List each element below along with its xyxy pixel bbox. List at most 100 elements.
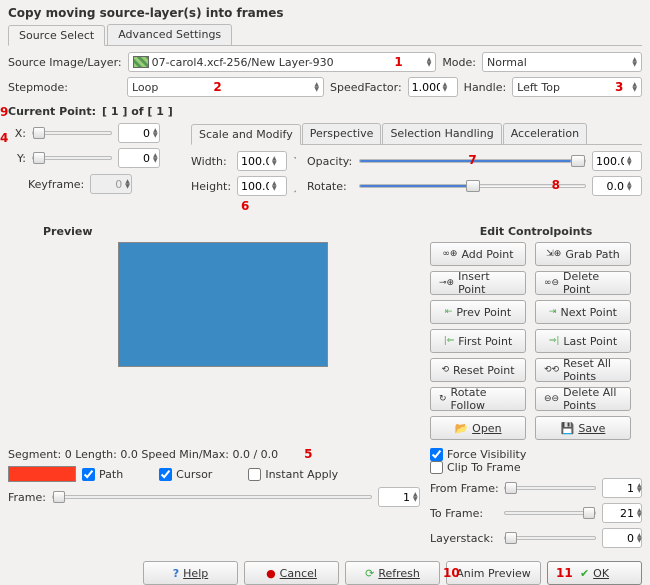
combo-arrows-icon: ▲▼: [427, 57, 432, 67]
layerstack-value[interactable]: [606, 530, 634, 546]
keyframe-label: Keyframe:: [28, 178, 84, 191]
from-frame-label: From Frame:: [430, 482, 498, 495]
to-frame-value[interactable]: [606, 505, 634, 521]
speedfactor-input[interactable]: [412, 79, 440, 95]
width-input[interactable]: [241, 153, 269, 169]
handle-label: Handle:: [464, 81, 507, 94]
opacity-input[interactable]: [596, 153, 624, 169]
chain-icon[interactable]: ˺: [293, 155, 301, 168]
x-input[interactable]: [122, 125, 150, 141]
help-button[interactable]: ?Help: [143, 561, 238, 585]
to-frame-slider[interactable]: [504, 511, 596, 515]
annotation-8: 8: [552, 178, 560, 192]
height-spinner[interactable]: ▲▼: [237, 176, 287, 196]
rotate-follow-icon: ↻: [439, 394, 447, 404]
delete-point-button[interactable]: ∞⊖Delete Point: [535, 271, 631, 295]
tab-scale-modify[interactable]: Scale and Modify: [191, 124, 301, 145]
layerstack-slider[interactable]: [504, 536, 596, 540]
last-point-button[interactable]: ⇒|Last Point: [535, 329, 631, 353]
help-icon: ?: [173, 567, 179, 580]
mode-label: Mode:: [442, 56, 476, 69]
current-point-label: Current Point:: [8, 105, 96, 118]
mode-combo[interactable]: Normal ▲▼: [482, 52, 642, 72]
grab-path-button[interactable]: ⇲⊕Grab Path: [535, 242, 631, 266]
clip-to-frame-checkbox[interactable]: Clip To Frame: [430, 461, 642, 474]
preview-canvas[interactable]: [118, 242, 328, 367]
add-point-button[interactable]: ∞⊕Add Point: [430, 242, 526, 266]
refresh-button[interactable]: ⟳Refresh: [345, 561, 440, 585]
frame-spinner[interactable]: ▲▼: [378, 487, 420, 507]
annotation-4: 4: [0, 131, 8, 145]
tab-advanced-settings[interactable]: Advanced Settings: [107, 24, 232, 45]
height-label: Height:: [191, 180, 231, 193]
open-button[interactable]: 📂Open: [430, 416, 526, 440]
opacity-spinner[interactable]: ▲▼: [592, 151, 642, 171]
stepmode-value: Loop: [132, 81, 158, 94]
to-frame-spinner[interactable]: ▲▼: [602, 503, 642, 523]
frame-slider[interactable]: [52, 495, 372, 499]
x-slider[interactable]: [32, 131, 112, 135]
y-input[interactable]: [122, 150, 150, 166]
keyframe-spinner: ▲▼: [90, 174, 132, 194]
path-checkbox[interactable]: Path: [82, 468, 123, 481]
rotate-follow-button[interactable]: ↻Rotate Follow: [430, 387, 526, 411]
modify-tabs: Scale and Modify Perspective Selection H…: [191, 123, 642, 145]
annotation-11: 11: [556, 566, 573, 580]
delete-all-button[interactable]: ⊖⊖Delete All Points: [535, 387, 631, 411]
path-color-swatch[interactable]: [8, 466, 76, 482]
window-title: Copy moving source-layer(s) into frames: [8, 6, 642, 20]
y-label: Y:: [8, 152, 26, 165]
prev-point-button[interactable]: ⇤Prev Point: [430, 300, 526, 324]
instant-apply-checkbox[interactable]: Instant Apply: [248, 468, 338, 481]
cancel-button[interactable]: ●Cancel: [244, 561, 339, 585]
stepmode-combo[interactable]: Loop 2 ▲▼: [127, 77, 324, 97]
chain-icon[interactable]: ˼: [293, 180, 301, 193]
speedfactor-spinner[interactable]: ▲▼: [408, 77, 458, 97]
x-spinner[interactable]: ▲▼: [118, 123, 160, 143]
ok-button[interactable]: 11 ✔OK: [547, 561, 642, 585]
layer-icon: [133, 56, 149, 68]
first-point-button[interactable]: |⇐First Point: [430, 329, 526, 353]
next-point-button[interactable]: ⇥Next Point: [535, 300, 631, 324]
prev-icon: ⇤: [445, 307, 453, 317]
rotate-input[interactable]: [596, 178, 624, 194]
reset-all-button[interactable]: ⟲⟲Reset All Points: [535, 358, 631, 382]
annotation-6: 6: [241, 199, 249, 213]
keyframe-input: [94, 176, 122, 192]
source-image-value: 07-carol4.xcf-256/New Layer-930: [152, 56, 334, 69]
height-input[interactable]: [241, 178, 269, 194]
layerstack-spinner[interactable]: ▲▼: [602, 528, 642, 548]
y-slider[interactable]: [32, 156, 112, 160]
save-button[interactable]: 💾Save: [535, 416, 631, 440]
tab-perspective[interactable]: Perspective: [302, 123, 382, 144]
cancel-icon: ●: [266, 567, 276, 580]
rotate-spinner[interactable]: ▲▼: [592, 176, 642, 196]
rotate-slider[interactable]: 8: [359, 184, 586, 188]
force-visibility-checkbox[interactable]: Force Visibility: [430, 448, 642, 461]
y-spinner[interactable]: ▲▼: [118, 148, 160, 168]
tab-acceleration[interactable]: Acceleration: [503, 123, 587, 144]
segment-info: Segment: 0 Length: 0.0 Speed Min/Max: 0.…: [8, 448, 278, 461]
anim-preview-button[interactable]: 10 Anim Preview: [446, 561, 541, 585]
handle-combo[interactable]: Left Top 3 ▲▼: [512, 77, 642, 97]
source-image-combo[interactable]: 07-carol4.xcf-256/New Layer-930 1 ▲▼: [128, 52, 437, 72]
reset-point-button[interactable]: ⟲Reset Point: [430, 358, 526, 382]
layerstack-label: Layerstack:: [430, 532, 498, 545]
handle-value: Left Top: [517, 81, 560, 94]
open-icon: 📂: [454, 422, 468, 435]
opacity-slider[interactable]: 7: [359, 159, 586, 163]
tab-source-select[interactable]: Source Select: [8, 25, 105, 46]
from-frame-value[interactable]: [606, 480, 634, 496]
width-label: Width:: [191, 155, 231, 168]
save-icon: 💾: [561, 422, 575, 435]
width-spinner[interactable]: ▲▼: [237, 151, 287, 171]
from-frame-slider[interactable]: [504, 486, 596, 490]
annotation-3: 3: [615, 80, 623, 94]
from-frame-spinner[interactable]: ▲▼: [602, 478, 642, 498]
cursor-checkbox[interactable]: Cursor: [159, 468, 212, 481]
frame-value[interactable]: [382, 489, 410, 505]
tab-selection-handling[interactable]: Selection Handling: [382, 123, 501, 144]
insert-point-button[interactable]: ⊸⊕Insert Point: [430, 271, 526, 295]
to-frame-label: To Frame:: [430, 507, 498, 520]
insert-icon: ⊸⊕: [439, 278, 454, 288]
